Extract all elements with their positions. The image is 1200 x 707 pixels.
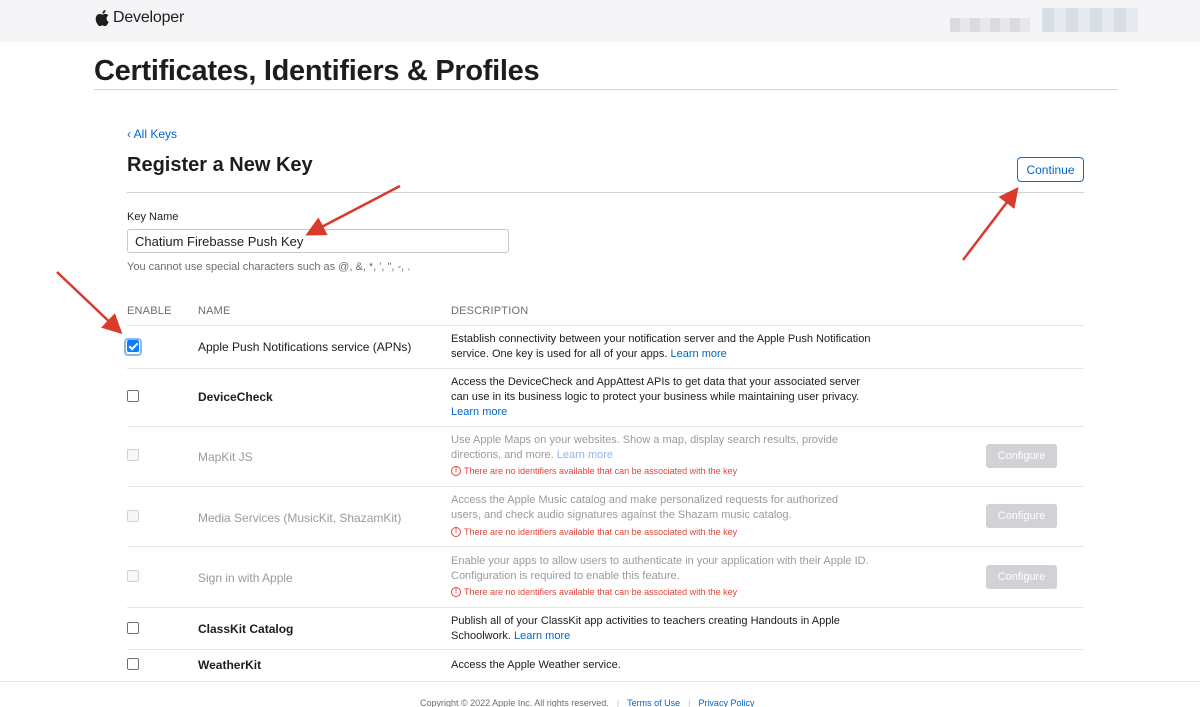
row-divider <box>127 426 1084 427</box>
devicecheck-description: Access the DeviceCheck and AppAttest API… <box>451 376 861 418</box>
weatherkit-name: WeatherKit <box>198 658 262 672</box>
media-services-description: Access the Apple Music catalog and make … <box>451 494 839 521</box>
row-divider <box>127 607 1084 608</box>
description-column-header: DESCRIPTION <box>451 305 529 317</box>
account-name-redacted[interactable] <box>950 18 1030 32</box>
copyright-text: Copyright © 2022 Apple Inc. All rights r… <box>420 698 609 707</box>
weatherkit-checkbox[interactable] <box>127 658 139 670</box>
media-services-configure-button: Configure <box>986 504 1057 528</box>
footer: Copyright © 2022 Apple Inc. All rights r… <box>420 698 754 707</box>
arrow-to-continue <box>962 187 1019 261</box>
footer-separator: | <box>688 698 691 707</box>
sign-in-with-apple-name: Sign in with Apple <box>198 571 293 585</box>
apns-description: Establish connectivity between your noti… <box>451 333 871 360</box>
key-name-label: Key Name <box>127 211 179 223</box>
apns-name: Apple Push Notifications service (APNs) <box>198 340 412 354</box>
classkit-description: Publish all of your ClassKit app activit… <box>451 615 840 642</box>
footer-separator: | <box>616 698 620 707</box>
page-title: Certificates, Identifiers & Profiles <box>94 55 540 87</box>
media-services-name: Media Services (MusicKit, ShazamKit) <box>198 511 402 525</box>
sign-in-with-apple-checkbox <box>127 570 139 582</box>
all-keys-back-link[interactable]: ‹ All Keys <box>127 127 177 141</box>
mapkit-description: Use Apple Maps on your websites. Show a … <box>451 434 839 461</box>
continue-button[interactable]: Continue <box>1017 157 1084 182</box>
classkit-checkbox[interactable] <box>127 622 139 634</box>
mapkit-learn-more-link[interactable]: Learn more <box>557 449 613 461</box>
row-divider <box>127 368 1084 369</box>
developer-brand-link[interactable]: Developer <box>95 9 184 27</box>
media-services-warning: ! There are no identifiers available that… <box>451 527 737 537</box>
name-column-header: NAME <box>198 305 231 317</box>
mapkit-name: MapKit JS <box>198 450 253 464</box>
arrow-to-apns-checkbox <box>56 271 123 335</box>
media-services-checkbox <box>127 510 139 522</box>
devicecheck-checkbox[interactable] <box>127 390 139 402</box>
key-name-input[interactable] <box>127 229 509 253</box>
row-divider <box>127 546 1084 547</box>
mapkit-warning: ! There are no identifiers available that… <box>451 466 737 476</box>
terms-of-use-link[interactable]: Terms of Use <box>627 698 680 707</box>
footer-divider <box>0 681 1200 682</box>
global-nav: Developer <box>0 0 1200 42</box>
title-divider <box>94 89 1118 90</box>
warning-icon: ! <box>451 527 461 537</box>
mapkit-checkbox <box>127 449 139 461</box>
sign-in-with-apple-warning: ! There are no identifiers available that… <box>451 587 737 597</box>
apple-logo-icon <box>95 10 109 27</box>
mapkit-configure-button: Configure <box>986 444 1057 468</box>
classkit-learn-more-link[interactable]: Learn more <box>514 630 570 642</box>
privacy-policy-link[interactable]: Privacy Policy <box>698 698 754 707</box>
row-divider <box>127 486 1084 487</box>
devicecheck-name: DeviceCheck <box>198 390 273 404</box>
enable-column-header: ENABLE <box>127 305 172 317</box>
warning-icon: ! <box>451 587 461 597</box>
header-divider <box>127 325 1084 326</box>
apns-checkbox[interactable] <box>127 340 139 352</box>
sign-in-with-apple-configure-button: Configure <box>986 565 1057 589</box>
sign-in-with-apple-description: Enable your apps to allow users to authe… <box>451 555 869 582</box>
apns-learn-more-link[interactable]: Learn more <box>671 348 727 360</box>
key-name-hint: You cannot use special characters such a… <box>127 261 411 273</box>
section-divider <box>127 192 1084 193</box>
section-title: Register a New Key <box>127 154 313 176</box>
row-divider <box>127 649 1084 650</box>
classkit-name: ClassKit Catalog <box>198 622 294 636</box>
account-avatar-redacted[interactable] <box>1042 8 1138 32</box>
brand-text: Developer <box>113 9 185 26</box>
devicecheck-learn-more-link[interactable]: Learn more <box>451 406 507 418</box>
weatherkit-description: Access the Apple Weather service. <box>451 659 621 671</box>
warning-icon: ! <box>451 466 461 476</box>
